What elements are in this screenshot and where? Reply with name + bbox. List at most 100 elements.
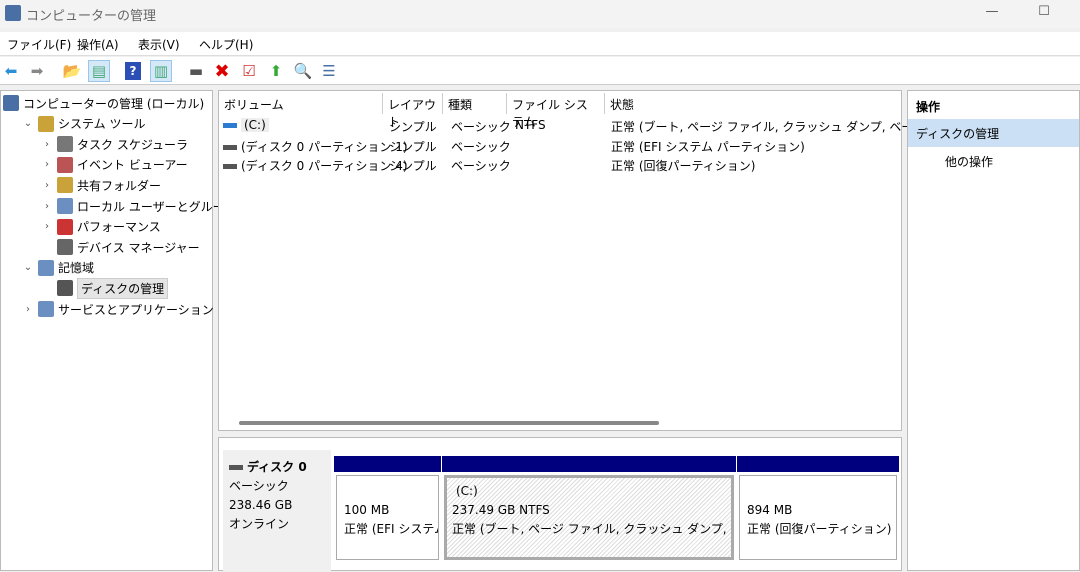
expand-chevron-icon[interactable]: › [41, 180, 53, 191]
menu-action[interactable]: 操作(A) [77, 36, 119, 53]
computer-management-icon [5, 5, 21, 21]
tree-node-icon [57, 198, 73, 214]
tree-node-icon [57, 218, 73, 235]
tree-item[interactable]: › イベント ビューアー [41, 155, 188, 175]
column-header-filesystem[interactable]: ファイル システム [507, 93, 605, 129]
list-view-icon[interactable]: ☰ [318, 60, 340, 82]
help-icon[interactable]: ? [125, 62, 141, 80]
tree-item-label: ディスクの管理 [77, 277, 169, 299]
volume-icon [223, 123, 237, 128]
partition-body: 100 MB 正常 (EFI システム パーティション) [336, 475, 439, 560]
tree-node-icon [38, 115, 54, 132]
title-bar: コンピューターの管理 — ☐ [0, 0, 1080, 28]
properties-icon[interactable]: ☑ [238, 60, 260, 82]
volume-row[interactable]: (C:) シンプル ベーシック NTFS 正常 (ブート, ページ ファイル, クラッシ… [223, 116, 965, 135]
disk-icon [229, 465, 243, 470]
expand-chevron-icon[interactable]: › [41, 139, 53, 150]
cell-layout: シンプル [389, 139, 437, 154]
tree-item-label: サービスとアプリケーション [58, 302, 214, 317]
partition-bar [737, 456, 899, 472]
tree-node-icon [57, 156, 73, 173]
horizontal-scrollbar[interactable] [239, 421, 659, 425]
tree-item[interactable]: ⌄ 記憶域 [22, 258, 94, 278]
expand-chevron-icon[interactable]: ⌄ [22, 118, 34, 129]
tree-item[interactable]: コンピューターの管理 (ローカル) [3, 93, 204, 113]
tree-item-label: パフォーマンス [77, 220, 161, 235]
tree-node-icon [38, 259, 54, 276]
expand-chevron-icon[interactable]: › [22, 304, 34, 315]
partition-status: 正常 (回復パーティション) [747, 522, 892, 536]
tree-item[interactable]: デバイス マネージャー [41, 237, 200, 257]
delete-icon[interactable]: ✖ [211, 60, 233, 82]
partition-status: 正常 (ブート, ページ ファイル, クラッシュ ダンプ, ベーシック データ … [452, 522, 731, 536]
maximize-button[interactable]: ☐ [1034, 4, 1054, 22]
tree-node-icon [3, 95, 19, 111]
volume-list: ボリューム レイアウト 種類 ファイル システム 状態 (C:) シンプル ベーシッ… [218, 90, 965, 431]
menu-view[interactable]: 表示(V) [138, 36, 180, 53]
cell-layout: シンプル [389, 120, 437, 134]
tree-item[interactable]: › サービスとアプリケーション [22, 299, 214, 319]
tree-node-icon [57, 280, 73, 297]
tree-item-label: コンピューターの管理 (ローカル) [23, 96, 205, 111]
volume-row[interactable]: (ディスク 0 パーティション 4) シンプル ベーシック 正常 (回復パーティション… [223, 155, 901, 174]
partition-name: (C:) [456, 484, 478, 498]
connect-drive-icon[interactable]: ▬ [185, 60, 207, 82]
tree-item-label: 記憶域 [58, 261, 95, 276]
show-hide-tree-icon[interactable]: ▤ [88, 60, 110, 82]
disk-state: オンライン [229, 517, 290, 531]
show-hide-action-pane-icon[interactable]: ▥ [150, 60, 172, 82]
cell-status: 正常 (回復パーティション) [611, 159, 756, 173]
menu-file[interactable]: ファイル(F) [7, 36, 71, 53]
partition-body: 894 MB 正常 (回復パーティション) [739, 475, 897, 560]
column-header-status[interactable]: 状態 [605, 93, 901, 114]
menu-help[interactable]: ヘルプ(H) [199, 36, 253, 53]
cell-fs: NTFS [515, 118, 546, 132]
forward-icon[interactable]: ➡ [26, 60, 48, 82]
action-more-actions[interactable]: 他の操作 [945, 153, 993, 170]
cell-type: ベーシック [451, 159, 511, 173]
up-folder-icon[interactable]: 📂 [61, 60, 83, 82]
action-disk-management[interactable]: ディスクの管理 [908, 119, 1079, 147]
partition[interactable]: 100 MB 正常 (EFI システム パーティション) [334, 456, 441, 560]
disk-size: 238.46 GB [229, 498, 293, 512]
cell-volume: (ディスク 0 パーティション 4) [223, 157, 408, 174]
tree-item[interactable]: ディスクの管理 [41, 277, 169, 299]
partition-size: 237.49 GB NTFS [452, 503, 550, 517]
disk-info[interactable]: ディスク 0 ベーシック 238.46 GB オンライン [223, 450, 331, 572]
column-header-layout[interactable]: レイアウト [383, 93, 443, 129]
volume-row[interactable]: (ディスク 0 パーティション 1) シンプル ベーシック 正常 (EFI システム … [223, 136, 901, 155]
expand-chevron-icon[interactable]: ⌄ [22, 262, 34, 273]
tree-item[interactable]: › パフォーマンス [41, 217, 161, 237]
tree-item[interactable]: › 共有フォルダー [41, 175, 161, 195]
volume-name: (C:) [241, 118, 269, 132]
expand-chevron-icon[interactable]: › [41, 201, 53, 212]
back-icon[interactable]: ⬅ [0, 60, 22, 82]
expand-chevron-icon[interactable]: › [41, 221, 53, 232]
partition-status: 正常 (EFI システム パーティション) [344, 522, 438, 536]
column-header-volume[interactable]: ボリューム [219, 93, 383, 114]
minimize-button[interactable]: — [982, 4, 1002, 22]
partition-size: 894 MB [747, 503, 793, 517]
export-icon[interactable]: ⬆ [265, 60, 287, 82]
expand-chevron-icon[interactable]: › [41, 159, 53, 170]
search-icon[interactable]: 🔍 [292, 60, 314, 82]
cell-volume: (ディスク 0 パーティション 1) [223, 138, 408, 155]
tree-item[interactable]: ⌄ システム ツール [22, 114, 145, 134]
volume-icon [223, 164, 237, 169]
partition[interactable]: (C:) 237.49 GB NTFS 正常 (ブート, ページ ファイル, クラッ… [442, 456, 736, 560]
menu-bar: ファイル(F) 操作(A) 表示(V) ヘルプ(H) [0, 32, 1080, 56]
tree-item[interactable]: › ローカル ユーザーとグループ [41, 196, 236, 216]
window-title: コンピューターの管理 [26, 9, 157, 24]
partition-bar [442, 456, 736, 472]
toolbar: ⬅ ➡ 📂 ▤ ? ▥ ▬ ✖ ☑ ⬆ 🔍 ☰ [0, 57, 1080, 85]
volume-name: (ディスク 0 パーティション 1) [241, 139, 408, 154]
column-header-type[interactable]: 種類 [443, 93, 507, 114]
tree-item[interactable]: › タスク スケジューラ [41, 134, 188, 154]
partition-bar [334, 456, 441, 472]
tree-item-label: デバイス マネージャー [77, 240, 200, 255]
partition[interactable]: 894 MB 正常 (回復パーティション) [737, 456, 899, 560]
tree-item-label: イベント ビューアー [77, 158, 188, 173]
cell-layout: シンプル [389, 159, 437, 173]
cell-status: 正常 (EFI システム パーティション) [611, 139, 805, 154]
tree-item-label: タスク スケジューラ [77, 137, 188, 152]
